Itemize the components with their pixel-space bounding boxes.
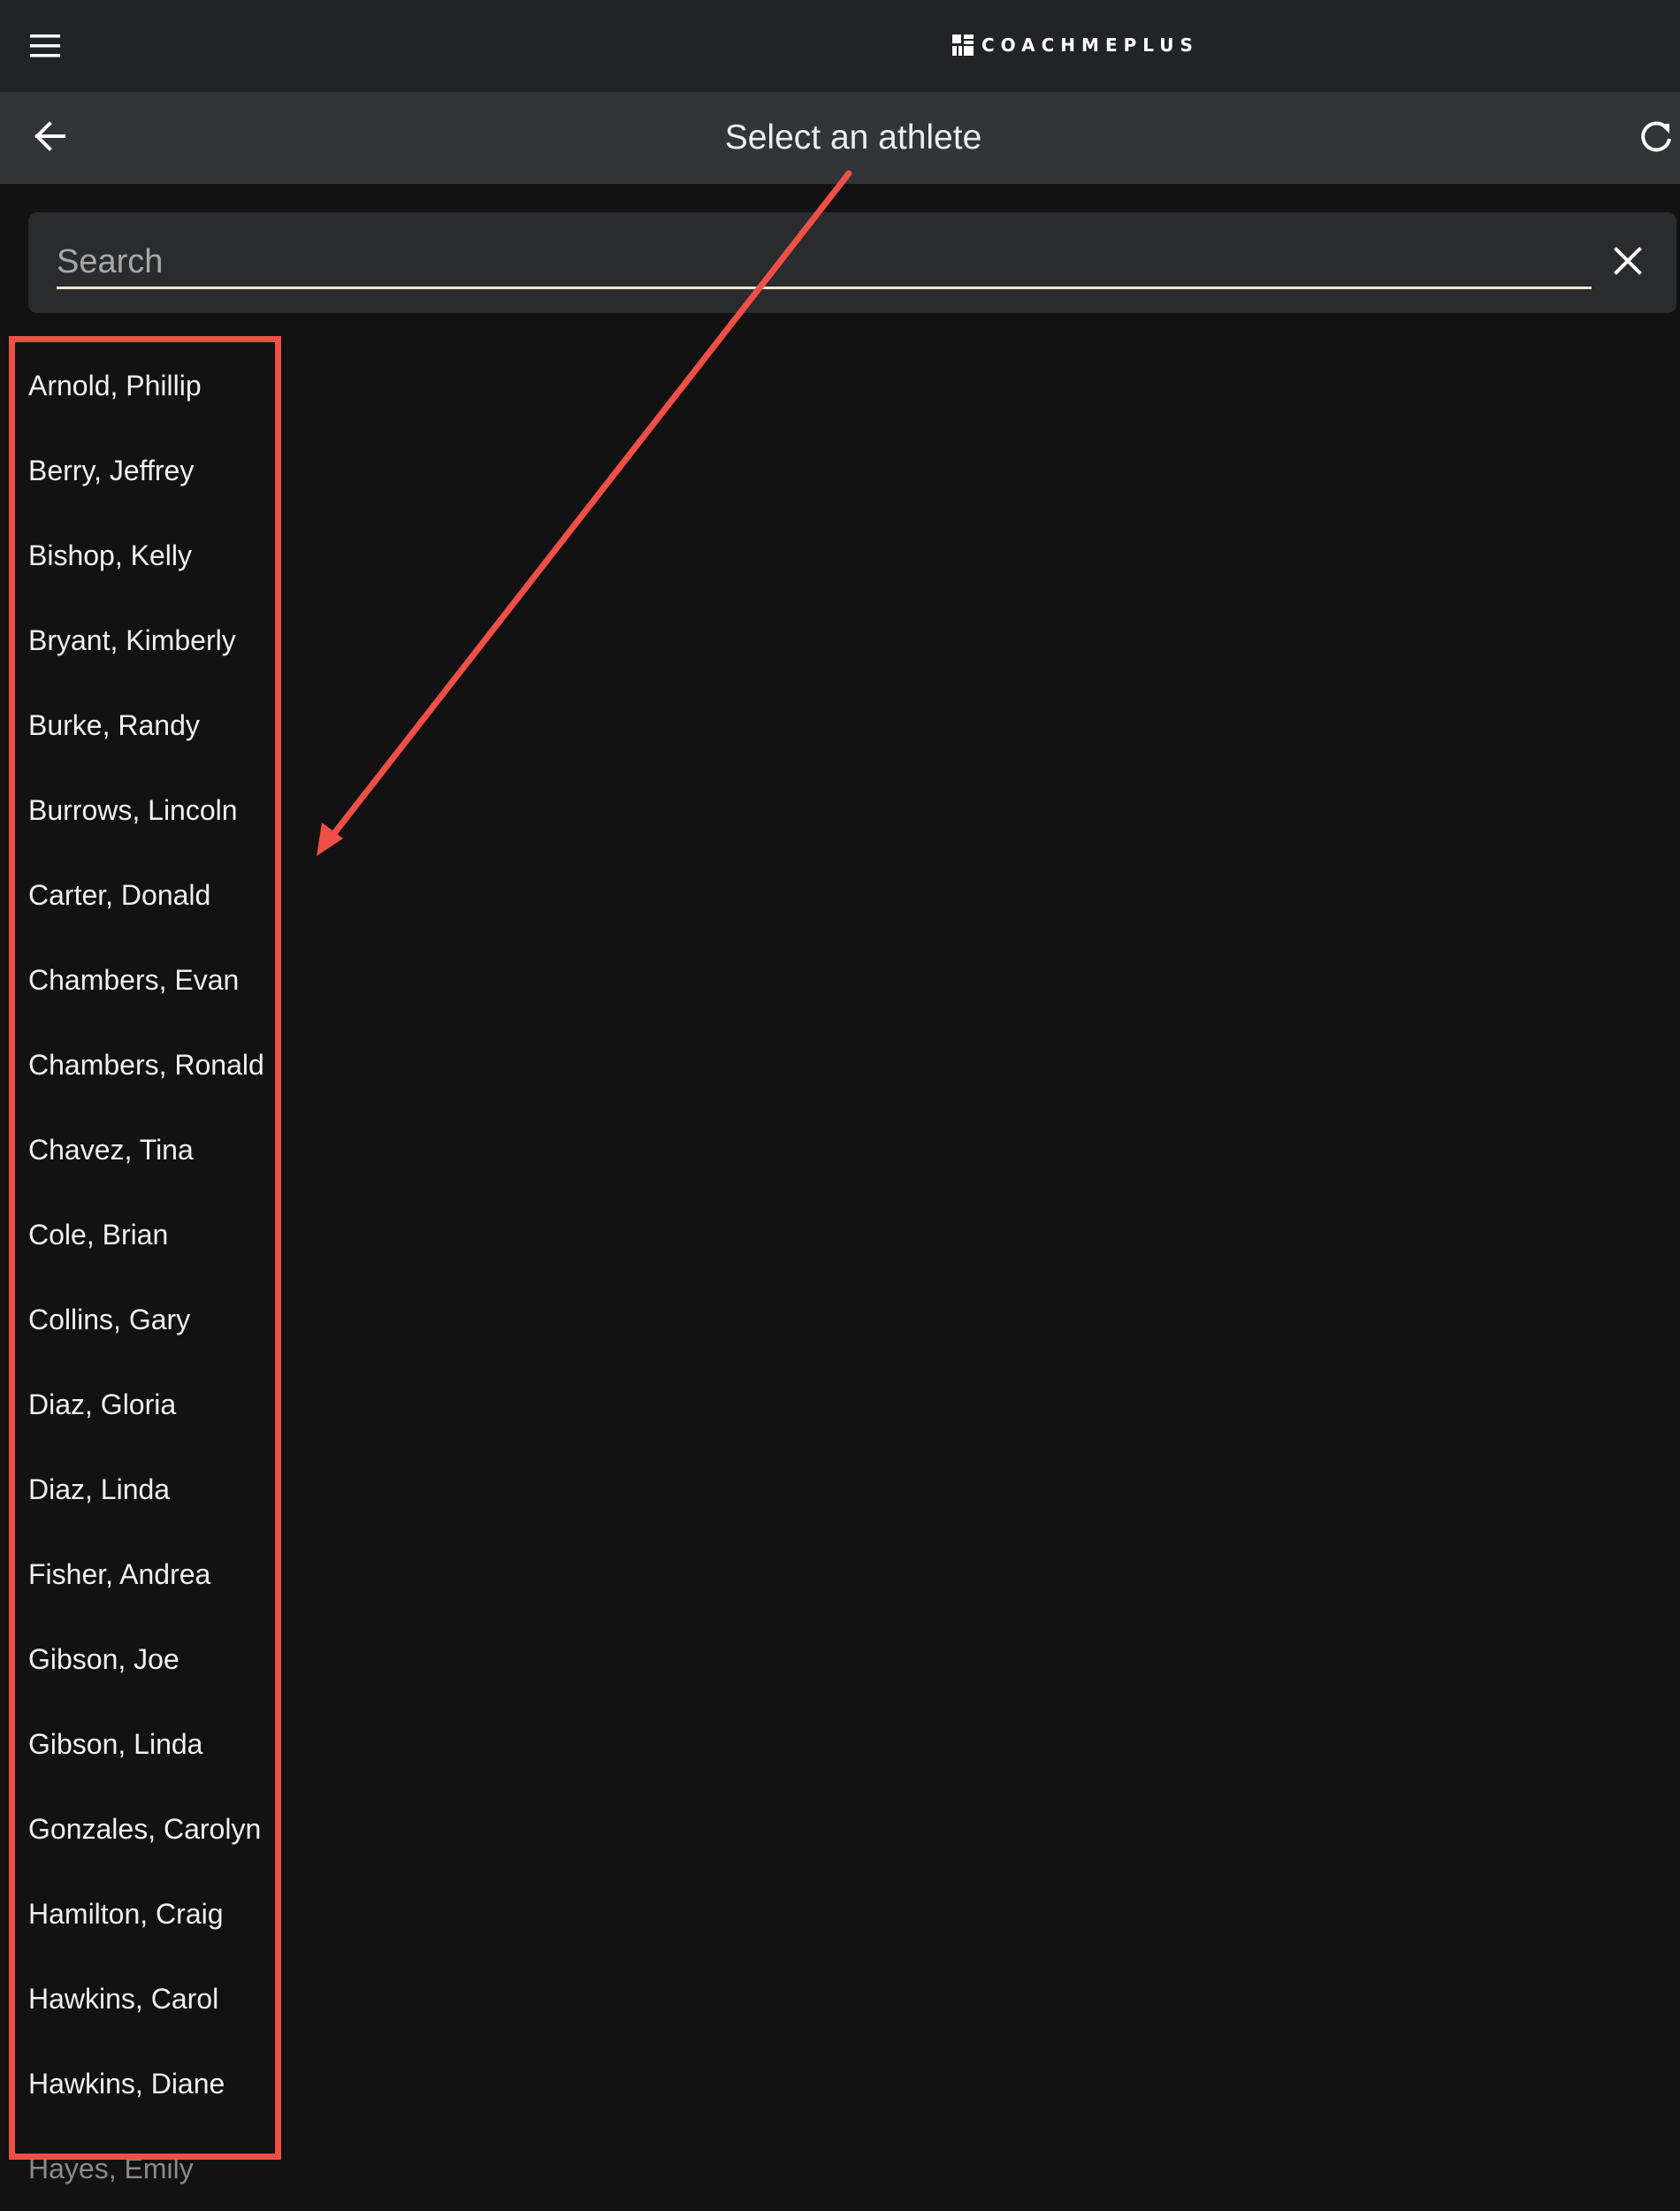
athlete-item[interactable]: Chavez, Tina [0,1107,292,1192]
brand-name: COACHMEPLUS [981,34,1199,56]
athlete-item[interactable]: Burrows, Lincoln [0,768,292,853]
athlete-item[interactable]: Cole, Brian [0,1192,292,1277]
athlete-item[interactable]: Hawkins, Diane [0,2041,292,2126]
athlete-item[interactable]: Chambers, Ronald [0,1022,292,1107]
athlete-item[interactable]: Hayes, Emily [0,2126,292,2211]
athlete-item[interactable]: Diaz, Gloria [0,1362,292,1447]
top-app-bar [0,0,1680,93]
athlete-item[interactable]: Carter, Donald [0,853,292,937]
athlete-list: Arnold, Phillip Berry, Jeffrey Bishop, K… [0,343,292,2211]
search-input[interactable] [57,237,1592,289]
brand-logo: COACHMEPLUS [951,32,1199,58]
refresh-icon[interactable] [1636,117,1676,157]
page-title: Select an athlete [724,119,982,157]
athlete-item[interactable]: Burke, Randy [0,683,292,768]
athlete-item[interactable]: Berry, Jeffrey [0,428,292,513]
athlete-item[interactable]: Chambers, Evan [0,937,292,1022]
close-icon[interactable] [1607,241,1648,281]
menu-icon[interactable] [27,27,73,65]
athlete-item[interactable]: Bishop, Kelly [0,513,292,598]
athlete-item[interactable]: Fisher, Andrea [0,1532,292,1617]
athlete-item[interactable]: Gonzales, Carolyn [0,1786,292,1871]
athlete-item[interactable]: Arnold, Phillip [0,343,292,428]
athlete-item[interactable]: Bryant, Kimberly [0,598,292,683]
athlete-item[interactable]: Hamilton, Craig [0,1871,292,1956]
athlete-item[interactable]: Gibson, Linda [0,1702,292,1786]
athlete-item[interactable]: Diaz, Linda [0,1447,292,1532]
athlete-item[interactable]: Collins, Gary [0,1277,292,1362]
athlete-item[interactable]: Hawkins, Carol [0,1956,292,2041]
athlete-item[interactable]: Gibson, Joe [0,1617,292,1702]
logo-mark-icon [952,34,974,56]
